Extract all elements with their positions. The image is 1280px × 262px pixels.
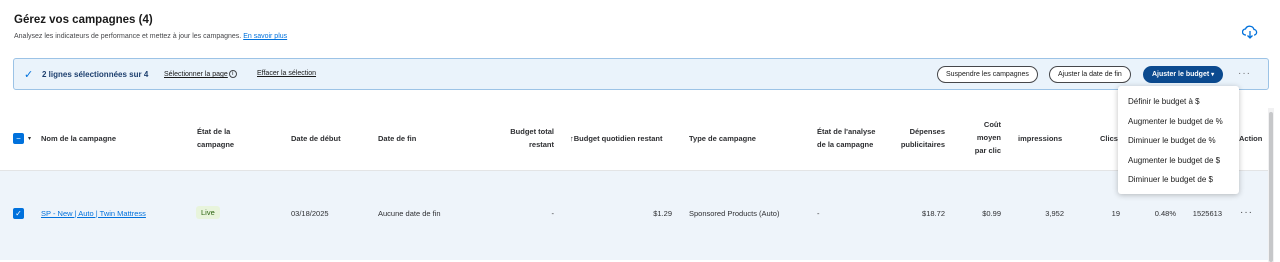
col-avg-cpc[interactable]: Coût moyen par clic: [960, 118, 1001, 157]
cell-id: 1525613: [1192, 209, 1222, 218]
cell-ad-spend: $18.72: [922, 209, 945, 218]
col-action: Action: [1239, 134, 1263, 143]
col-cpc-line2: moyen: [976, 133, 1001, 142]
row-checkbox[interactable]: ✓: [13, 208, 24, 219]
col-cpc-line3: par clic: [974, 146, 1001, 155]
vertical-scrollbar-thumb[interactable]: [1269, 112, 1273, 262]
select-page-link[interactable]: Sélectionner la page i: [164, 70, 237, 78]
col-analysis-line1: État de l'analyse: [817, 127, 876, 136]
col-campaign-name[interactable]: Nom de la campagne: [41, 132, 116, 145]
table-header-row: − ▾ Nom de la campagne État de la campag…: [0, 108, 1268, 170]
col-state-line2: campagne: [197, 140, 235, 149]
col-analysis-line2: de la campagne: [817, 140, 874, 149]
col-total-budget-line2: restant: [528, 140, 554, 149]
adjust-end-date-button[interactable]: Ajuster la date de fin: [1049, 66, 1131, 83]
col-cpc-line1: Coût: [983, 120, 1001, 129]
learn-more-link[interactable]: En savoir plus: [243, 33, 287, 40]
select-page-label: Sélectionner la page: [164, 70, 228, 78]
col-total-budget-line1: Budget total: [510, 127, 554, 136]
subtitle-text: Analysez les indicateurs de performance …: [14, 33, 242, 40]
cell-daily-budget: $1.29: [653, 209, 672, 218]
check-icon: ✓: [24, 69, 34, 81]
col-spend-line1: Dépenses: [909, 127, 945, 136]
col-impressions[interactable]: impressions: [1018, 132, 1062, 145]
cell-analysis-state: -: [817, 209, 820, 218]
col-clicks[interactable]: Clics: [1100, 132, 1118, 145]
menu-item-set-budget[interactable]: Définir le budget à $: [1118, 92, 1239, 112]
campaign-table: − ▾ Nom de la campagne État de la campag…: [0, 98, 1280, 262]
menu-item-increase-percent[interactable]: Augmenter le budget de %: [1118, 112, 1239, 132]
page-title: Gérez vos campagnes (4): [14, 14, 153, 26]
menu-item-increase-amount[interactable]: Augmenter le budget de $: [1118, 151, 1239, 171]
col-daily-budget[interactable]: ↑Budget quotidien restant: [570, 132, 663, 145]
col-start-date[interactable]: Date de début: [291, 132, 341, 145]
row-more-icon[interactable]: ···: [1240, 207, 1253, 218]
cell-campaign-type: Sponsored Products (Auto): [689, 209, 780, 218]
page-header: Gérez vos campagnes (4) Analysez les ind…: [14, 14, 287, 40]
cell-clicks: 19: [1111, 209, 1120, 218]
cell-total-budget: -: [551, 209, 555, 218]
selection-count: 2 lignes sélectionnées sur 4: [42, 70, 149, 79]
col-campaign-type[interactable]: Type de campagne: [689, 132, 756, 145]
suspend-campaigns-button[interactable]: Suspendre les campagnes: [937, 66, 1038, 83]
budget-dropdown-menu: Définir le budget à $ Augmenter le budge…: [1118, 86, 1239, 194]
col-analysis-state[interactable]: État de l'analyse de la campagne: [817, 125, 875, 151]
menu-item-decrease-percent[interactable]: Diminuer le budget de %: [1118, 131, 1239, 151]
col-ad-spend[interactable]: Dépenses publicitaires: [885, 125, 945, 151]
cell-start-date: 03/18/2025: [291, 209, 329, 218]
col-total-budget[interactable]: Budget total restant: [494, 125, 554, 151]
adjust-budget-label: Ajuster le budget: [1152, 71, 1210, 78]
clear-selection-link[interactable]: Effacer la sélection: [257, 70, 316, 77]
col-end-date[interactable]: Date de fin: [378, 132, 416, 145]
cell-end-date: Aucune date de fin: [378, 209, 441, 218]
cell-avg-cpc: $0.99: [982, 209, 1001, 218]
col-campaign-state[interactable]: État de la campagne: [197, 125, 234, 151]
menu-item-decrease-amount[interactable]: Diminuer le budget de $: [1118, 170, 1239, 190]
selection-bar: ✓ 2 lignes sélectionnées sur 4 Sélection…: [13, 58, 1269, 90]
page-subtitle: Analysez les indicateurs de performance …: [14, 33, 287, 40]
chevron-down-icon[interactable]: ▾: [28, 135, 31, 142]
info-icon[interactable]: i: [228, 70, 237, 78]
cell-ctr: 0.48%: [1154, 209, 1176, 218]
status-badge: Live: [196, 206, 220, 219]
more-options-icon[interactable]: ···: [1238, 68, 1251, 79]
adjust-budget-button[interactable]: Ajuster le budget ▾: [1143, 66, 1224, 83]
select-all-checkbox[interactable]: −: [13, 133, 24, 144]
chevron-down-icon: ▾: [1211, 72, 1215, 78]
col-state-line1: État de la: [197, 127, 231, 136]
table-row[interactable]: ✓ SP - New | Auto | Twin Mattress Live 0…: [0, 170, 1268, 260]
cloud-download-icon[interactable]: [1242, 25, 1258, 39]
cell-impressions: 3,952: [1045, 209, 1064, 218]
col-spend-line2: publicitaires: [900, 140, 945, 149]
campaign-name-link[interactable]: SP - New | Auto | Twin Mattress: [41, 209, 146, 218]
